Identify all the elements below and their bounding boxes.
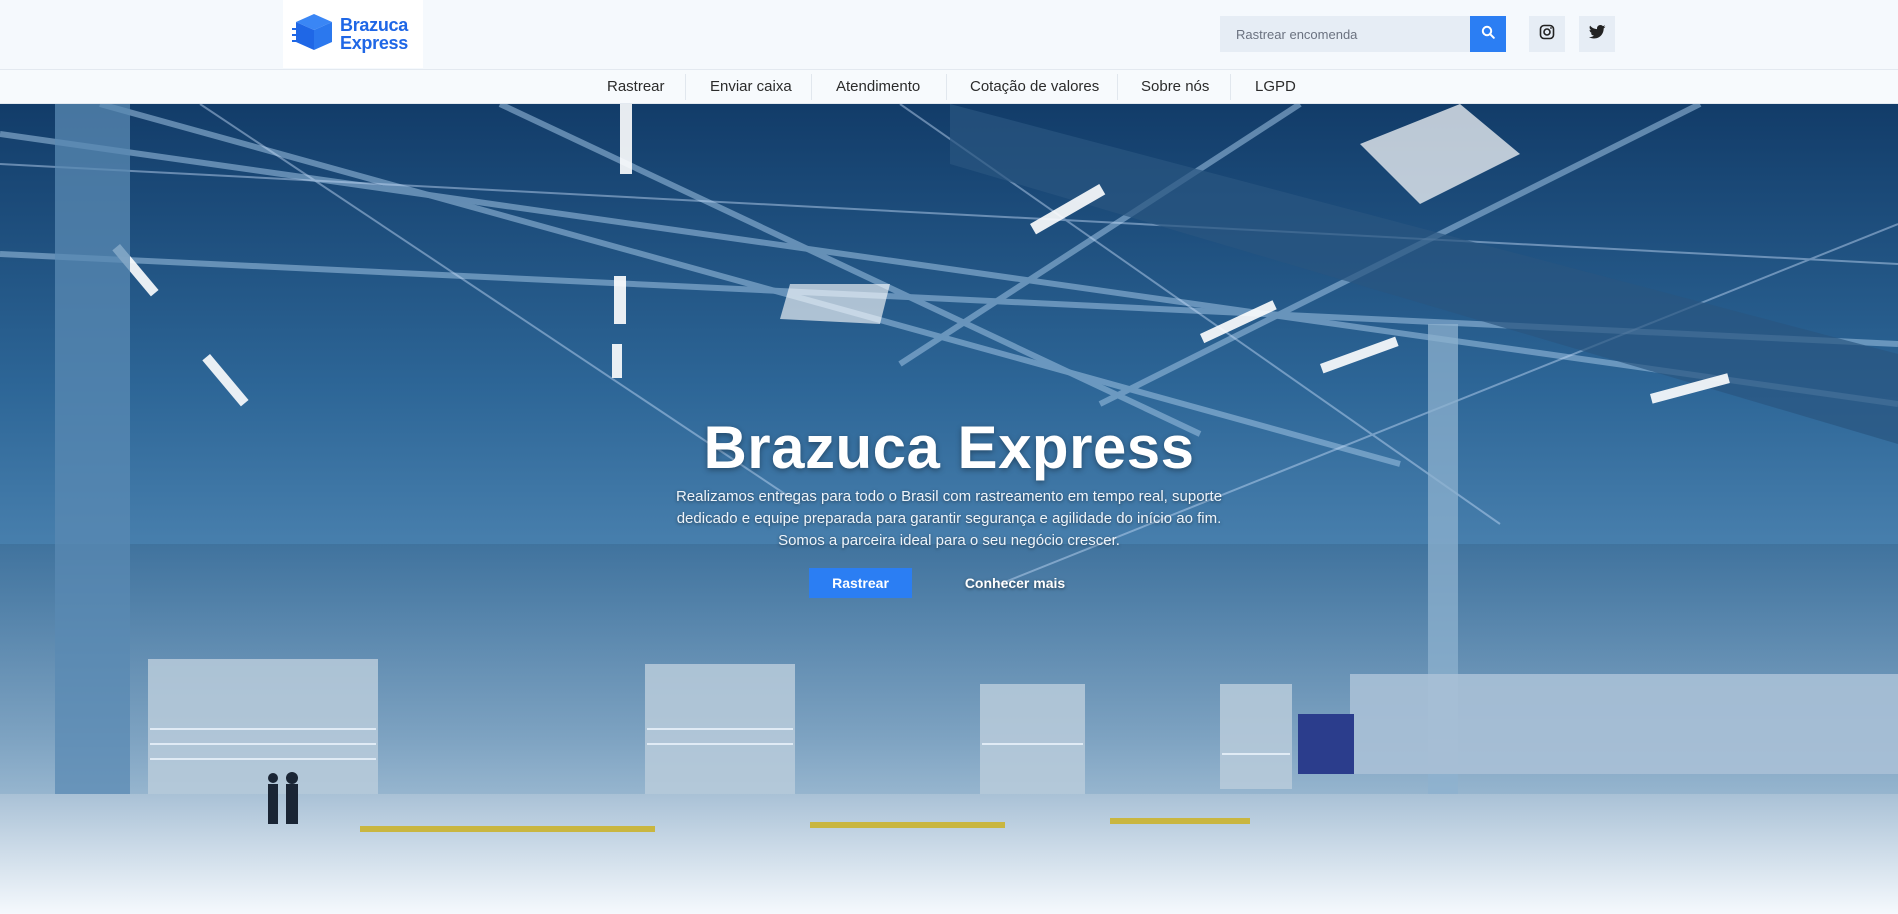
nav-divider <box>685 74 686 100</box>
nav-divider <box>811 74 812 100</box>
nav-item-enviar-caixa[interactable]: Enviar caixa <box>710 70 792 103</box>
twitter-icon <box>1588 24 1606 44</box>
hero-description: Realizamos entregas para todo o Brasil c… <box>675 488 1223 549</box>
nav-item-lgpd[interactable]: LGPD <box>1255 70 1296 103</box>
twitter-link[interactable] <box>1579 16 1615 52</box>
search-icon <box>1481 25 1495 44</box>
nav-divider <box>946 74 947 100</box>
hero-learn-more-button[interactable]: Conhecer mais <box>950 568 1080 598</box>
hero-track-button[interactable]: Rastrear <box>809 568 912 598</box>
nav-divider <box>1230 74 1231 100</box>
brand-logo[interactable]: Brazuca Express <box>283 0 423 68</box>
nav-item-cotacao[interactable]: Cotação de valores <box>970 70 1099 103</box>
box-icon <box>292 12 336 57</box>
search-input[interactable] <box>1220 16 1470 52</box>
nav-divider <box>1117 74 1118 100</box>
search-form <box>1220 16 1506 52</box>
hero-title: Brazuca Express <box>703 414 1195 481</box>
instagram-link[interactable] <box>1529 16 1565 52</box>
top-header: Brazuca Express <box>0 0 1898 69</box>
nav-item-rastrear[interactable]: Rastrear <box>607 70 665 103</box>
nav-item-sobre[interactable]: Sobre nós <box>1141 70 1209 103</box>
logo-text-line2: Express <box>340 33 408 53</box>
instagram-icon <box>1539 24 1555 45</box>
nav-item-atendimento[interactable]: Atendimento <box>836 70 920 103</box>
hero-section: Brazuca Express Realizamos entregas para… <box>0 104 1898 914</box>
search-button[interactable] <box>1470 16 1506 52</box>
logo-text-line1: Brazuca <box>340 15 408 35</box>
main-nav: Rastrear Enviar caixa Atendimento Cotaçã… <box>0 69 1898 104</box>
